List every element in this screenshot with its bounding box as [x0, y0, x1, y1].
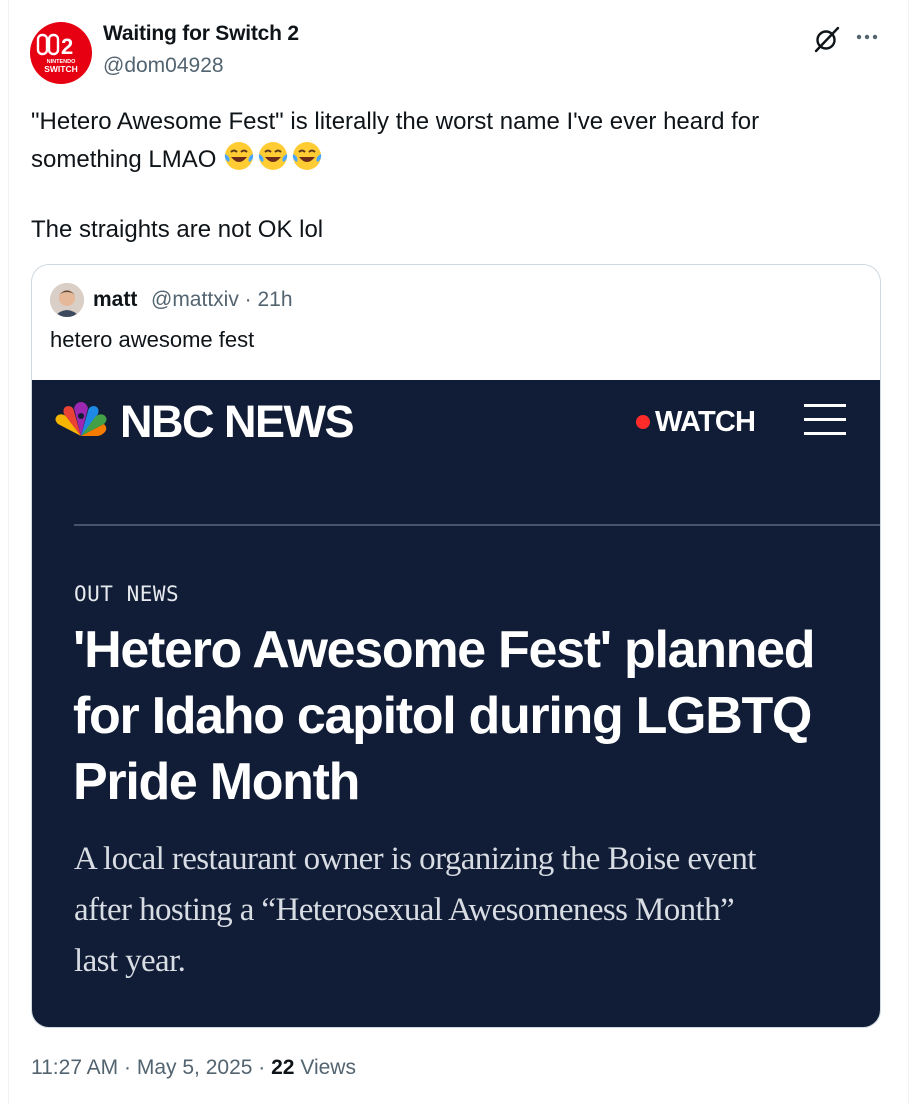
face-with-tears-of-joy-icon: [258, 142, 288, 170]
live-dot-icon: [636, 415, 650, 429]
headline-line: 'Hetero Awesome Fest' planned: [73, 621, 816, 679]
tweet-time[interactable]: 11:27 AM: [31, 1056, 118, 1079]
author-avatar[interactable]: 2 NINTENDO SWITCH: [30, 22, 92, 84]
author-name[interactable]: Waiting for Switch 2: [103, 22, 299, 46]
views-label: Views: [300, 1056, 356, 1079]
person-avatar-icon: [50, 283, 84, 317]
dek-line: A local restaurant owner is organizing t…: [74, 841, 756, 877]
timeline-border-right: [908, 0, 909, 1104]
article-divider: [74, 524, 880, 526]
tweet-text-line: The straights are not OK lol: [31, 216, 324, 243]
article-section: OUT NEWS: [74, 582, 180, 606]
tweet-text: "Hetero Awesome Fest" is literally the w…: [31, 104, 891, 248]
watch-button[interactable]: WATCH: [636, 405, 756, 438]
face-with-tears-of-joy-icon: [224, 142, 254, 170]
meta-separator: ·: [258, 1056, 266, 1079]
quoted-author-handle-time[interactable]: @mattxiv · 21h: [151, 288, 293, 312]
author-handle[interactable]: @dom04928: [103, 54, 224, 78]
article-dek: A local restaurant owner is organizing t…: [74, 834, 854, 987]
quoted-author-name[interactable]: matt: [93, 288, 137, 312]
headline-line: Pride Month: [73, 753, 360, 811]
quoted-tweet[interactable]: matt @mattxiv · 21h hetero awesome fest …: [31, 264, 881, 1028]
avatar-caption-bottom: SWITCH: [44, 64, 78, 74]
tweet-date[interactable]: May 5, 2025: [137, 1056, 253, 1079]
avatar-badge: 2: [61, 34, 73, 59]
tweet: 2 NINTENDO SWITCH Waiting for Switch 2 @…: [0, 0, 920, 1104]
meta-separator: ·: [124, 1056, 132, 1079]
tweet-text-line-text: something LMAO: [31, 146, 217, 173]
nbc-peacock-logo-icon: [55, 402, 107, 436]
dek-line: last year.: [74, 943, 186, 979]
tweet-text-line: "Hetero Awesome Fest" is literally the w…: [31, 108, 760, 135]
nintendo-switch-2-logo-icon: 2 NINTENDO SWITCH: [36, 33, 78, 74]
tweet-text-line: [31, 176, 891, 212]
views-count: 22: [271, 1056, 295, 1079]
tweet-text-line: something LMAO: [31, 140, 891, 176]
watch-label: WATCH: [655, 405, 756, 438]
nbc-news-brand: NBC NEWS: [120, 396, 355, 447]
quoted-author-avatar[interactable]: [50, 283, 84, 317]
more-icon[interactable]: [854, 24, 880, 50]
dek-line: after hosting a “Heterosexual Awesomenes…: [74, 892, 735, 928]
tweet-meta: 11:27 AM · May 5, 2025 · 22 Views: [31, 1056, 356, 1080]
face-with-tears-of-joy-icon: [292, 142, 322, 170]
timeline-border-left: [8, 0, 9, 1104]
hamburger-menu-icon[interactable]: [804, 402, 846, 438]
grok-icon[interactable]: [812, 24, 842, 54]
headline-line: for Idaho capitol during LGBTQ: [73, 687, 812, 745]
quoted-tweet-text: hetero awesome fest: [50, 327, 255, 352]
article-screenshot[interactable]: NBC NEWS WATCH OUT NEWS 'Hetero Awesome …: [32, 380, 880, 1027]
article-headline: 'Hetero Awesome Fest' planned for Idaho …: [73, 617, 853, 815]
